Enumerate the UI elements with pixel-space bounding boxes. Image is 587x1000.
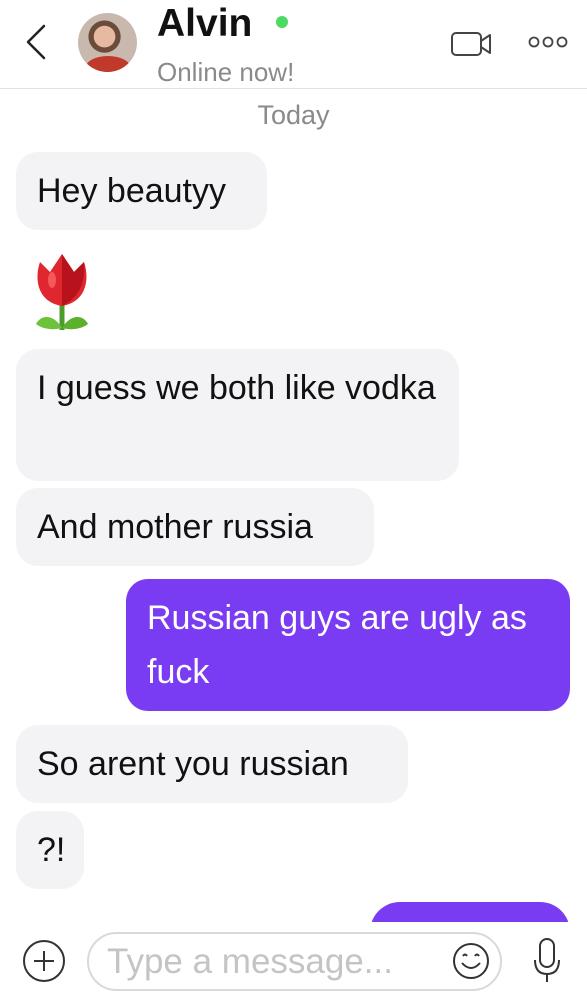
microphone-icon[interactable] <box>530 936 564 986</box>
message-received[interactable]: And mother russia <box>16 488 374 566</box>
contact-status: Online now! <box>157 57 295 87</box>
message-received[interactable]: I guess we both like vodka <box>16 349 459 481</box>
message-received[interactable]: Hey beautyy <box>16 152 267 230</box>
emoji-icon[interactable] <box>452 942 490 980</box>
message-sent[interactable]: Russian guys are ugly as fuck <box>126 579 570 711</box>
contact-name[interactable]: Alvin <box>157 2 252 46</box>
message-received[interactable]: ?! <box>16 811 84 889</box>
composer-bar <box>0 922 587 1000</box>
avatar[interactable] <box>78 13 137 72</box>
message-received[interactable]: So arent you russian <box>16 725 408 803</box>
online-indicator <box>276 16 288 28</box>
message-input[interactable] <box>87 932 502 991</box>
add-icon[interactable] <box>22 939 66 983</box>
back-chevron-icon[interactable] <box>22 22 52 62</box>
video-call-icon[interactable] <box>450 30 494 58</box>
more-options-icon[interactable] <box>528 34 568 50</box>
chat-header: Alvin Online now! <box>0 0 587 89</box>
tulip-emoji-icon[interactable] <box>30 250 94 336</box>
date-separator: Today <box>257 100 330 130</box>
